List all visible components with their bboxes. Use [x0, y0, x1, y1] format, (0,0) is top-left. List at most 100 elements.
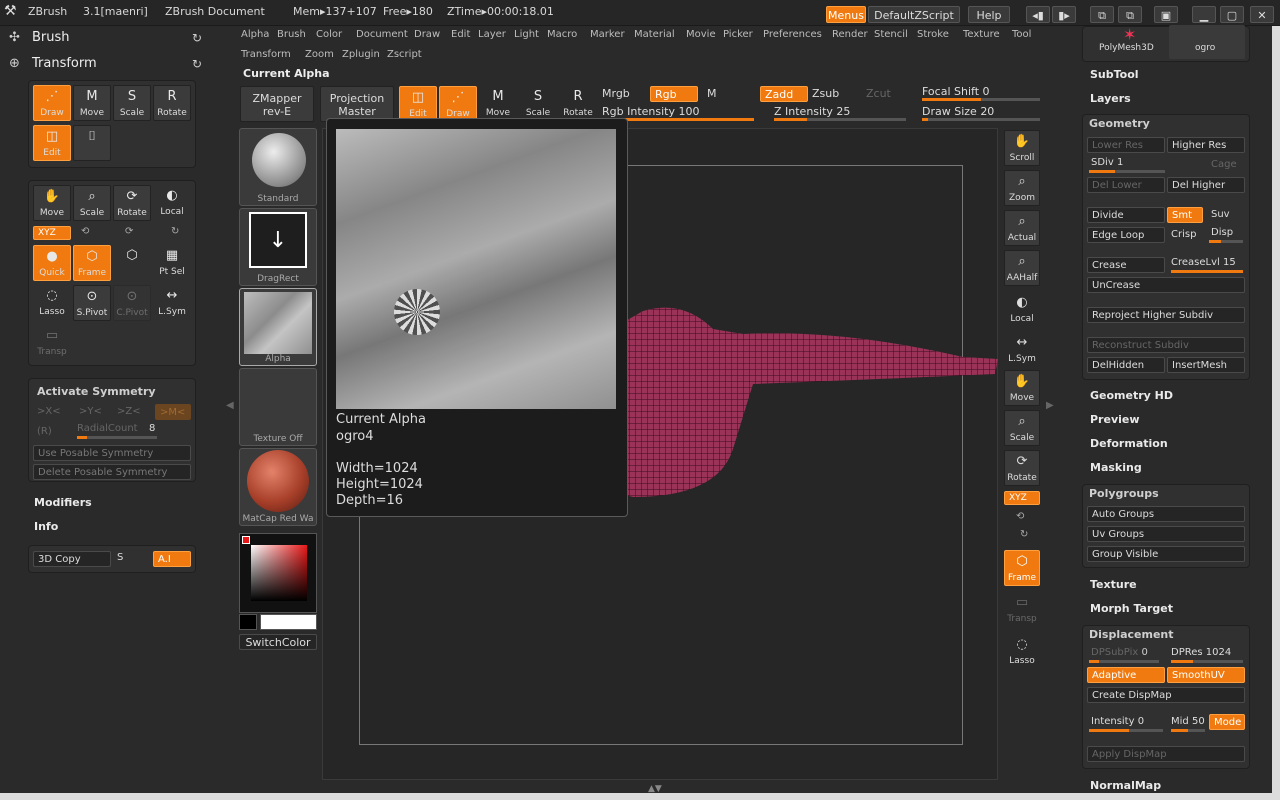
polymesh3d-label[interactable]: PolyMesh3D — [1099, 43, 1154, 53]
displacement-header[interactable]: Displacement — [1089, 628, 1174, 641]
scale-button-right[interactable]: ⌕ Scale — [1004, 410, 1040, 446]
insertmesh-button[interactable]: InsertMesh — [1167, 357, 1245, 373]
auto-groups-button[interactable]: Auto Groups — [1087, 506, 1245, 522]
apply-dispmap-button[interactable]: Apply DispMap — [1087, 746, 1245, 762]
xyz-toggle[interactable]: XYZ — [33, 226, 71, 240]
shelf-edit-tool[interactable]: ◫ Edit — [399, 86, 437, 122]
menu-alpha[interactable]: Alpha — [241, 29, 269, 40]
primary-color-swatch[interactable] — [260, 614, 317, 630]
menu-macro[interactable]: Macro — [547, 29, 577, 40]
spivot-button[interactable]: ⊙ S.Pivot — [73, 285, 111, 321]
lasso-button[interactable]: ◌ Lasso — [33, 285, 71, 321]
menu-zplugin[interactable]: Zplugin — [342, 49, 380, 60]
move-tool[interactable]: M Move — [73, 85, 111, 121]
draw-size-slider[interactable] — [922, 118, 1040, 121]
scale-tool[interactable]: S Scale — [113, 85, 151, 121]
cpivot-button[interactable]: ⊙ C.Pivot — [113, 285, 151, 321]
lsym-button[interactable]: ↔ L.Sym — [153, 285, 191, 321]
left-tray-handle-icon[interactable]: ◀ — [226, 400, 234, 411]
menu-material[interactable]: Material — [634, 29, 675, 40]
rotate-z-icon[interactable]: ↻ — [171, 226, 179, 237]
zsub-toggle[interactable]: Zsub — [812, 87, 839, 100]
lasso-button-right[interactable]: ◌ Lasso — [1004, 634, 1040, 670]
zadd-toggle[interactable]: Zadd — [760, 86, 808, 102]
scroll-right-icon[interactable]: ▮▸ — [1052, 6, 1076, 23]
focal-shift-slider[interactable] — [922, 98, 1040, 101]
texture-header[interactable]: Texture — [1090, 578, 1137, 591]
lock-icon[interactable]: ▣ — [1154, 6, 1178, 23]
mid-slider[interactable] — [1171, 729, 1205, 732]
rotate-button-right[interactable]: ⟳ Rotate — [1004, 450, 1040, 486]
mode-toggle[interactable]: Mode — [1209, 714, 1245, 730]
del-lower-button[interactable]: Del Lower — [1087, 177, 1165, 193]
deformation-header[interactable]: Deformation — [1090, 437, 1168, 450]
uncrease-button[interactable]: UnCrease — [1087, 277, 1245, 293]
edit-tool[interactable]: ◫ Edit — [33, 125, 71, 161]
secondary-color-swatch[interactable] — [239, 614, 257, 630]
smoothuv-toggle[interactable]: SmoothUV — [1167, 667, 1245, 683]
crisp-toggle[interactable]: Crisp — [1171, 229, 1196, 240]
rotate-x-icon[interactable]: ⟳ — [125, 226, 133, 237]
brush-header[interactable]: Brush — [32, 30, 70, 45]
sym-z-toggle[interactable]: >Z< — [117, 406, 141, 417]
cage-button[interactable]: Cage — [1211, 159, 1237, 170]
transform-header[interactable]: Transform — [32, 56, 97, 71]
help-button[interactable]: Help — [968, 6, 1010, 23]
scroll-button[interactable]: ✋ Scroll — [1004, 130, 1040, 166]
menu-marker[interactable]: Marker — [590, 29, 625, 40]
reproject-higher-subdiv-button[interactable]: Reproject Higher Subdiv — [1087, 307, 1245, 323]
radial-count-slider[interactable] — [77, 436, 157, 439]
adaptive-toggle[interactable]: Adaptive — [1087, 667, 1165, 683]
menu-color[interactable]: Color — [316, 29, 342, 40]
menu-draw[interactable]: Draw — [414, 29, 440, 40]
zcut-toggle[interactable]: Zcut — [866, 87, 891, 100]
ogro-thumb[interactable] — [1169, 25, 1245, 59]
material-thumbnail[interactable]: MatCap Red Wa — [239, 448, 317, 526]
m-toggle[interactable]: M — [707, 87, 717, 100]
subtool-header[interactable]: SubTool — [1090, 68, 1139, 81]
ai-button[interactable]: A.I — [153, 551, 191, 567]
dpres-slider[interactable] — [1171, 660, 1243, 663]
right-tray-handle-icon[interactable]: ▶ — [1046, 400, 1054, 411]
move-button[interactable]: ✋ Move — [33, 185, 71, 221]
close-icon[interactable]: ✕ — [1250, 6, 1274, 23]
menus-button[interactable]: Menus — [826, 6, 866, 23]
s-toggle[interactable]: S — [117, 552, 123, 563]
info-header[interactable]: Info — [34, 520, 58, 533]
normalmap-header[interactable]: NormalMap — [1090, 779, 1161, 792]
menu-brush[interactable]: Brush — [277, 29, 306, 40]
menu-edit[interactable]: Edit — [451, 29, 470, 40]
sym-y-toggle[interactable]: >Y< — [79, 406, 102, 417]
sym-r-toggle[interactable]: (R) — [37, 426, 52, 437]
del-higher-button[interactable]: Del Higher — [1167, 177, 1245, 193]
crease-button[interactable]: Crease — [1087, 257, 1165, 273]
menu-light[interactable]: Light — [514, 29, 539, 40]
transp-button-right[interactable]: ▭ Transp — [1004, 592, 1040, 628]
default-zscript-button[interactable]: DefaultZScript — [868, 6, 960, 23]
uv-groups-button[interactable]: Uv Groups — [1087, 526, 1245, 542]
sym-x-toggle[interactable]: >X< — [37, 406, 61, 417]
sdiv-slider[interactable] — [1089, 170, 1165, 173]
shelf-move-tool[interactable]: M Move — [479, 86, 517, 122]
modifiers-header[interactable]: Modifiers — [34, 496, 92, 509]
menu-render[interactable]: Render — [832, 29, 868, 40]
refresh-icon[interactable]: ↻ — [192, 57, 202, 71]
disp-toggle[interactable]: Disp — [1211, 227, 1233, 238]
activate-symmetry-button[interactable]: Activate Symmetry — [37, 385, 156, 398]
layout-alt-icon[interactable]: ⧉ — [1118, 6, 1142, 23]
menu-stencil[interactable]: Stencil — [874, 29, 908, 40]
expand-tray-icon[interactable]: ▲▼ — [648, 784, 662, 794]
maximize-icon[interactable]: ▢ — [1220, 6, 1244, 23]
shelf-rotate-tool[interactable]: R Rotate — [559, 86, 597, 122]
zbrush-logo-icon[interactable]: ⚒ — [4, 3, 17, 19]
3d-copy-button[interactable]: 3D Copy — [33, 551, 111, 567]
morph-target-header[interactable]: Morph Target — [1090, 602, 1173, 615]
menu-zoom[interactable]: Zoom — [305, 49, 334, 60]
divide-button[interactable]: Divide — [1087, 207, 1165, 223]
menu-layer[interactable]: Layer — [478, 29, 506, 40]
zoom-button[interactable]: ⌕ Zoom — [1004, 170, 1040, 206]
group-visible-button[interactable]: Group Visible — [1087, 546, 1245, 562]
higher-res-button[interactable]: Higher Res — [1167, 137, 1245, 153]
geometry-hd-header[interactable]: Geometry HD — [1090, 389, 1173, 402]
smt-toggle[interactable]: Smt — [1167, 207, 1203, 223]
